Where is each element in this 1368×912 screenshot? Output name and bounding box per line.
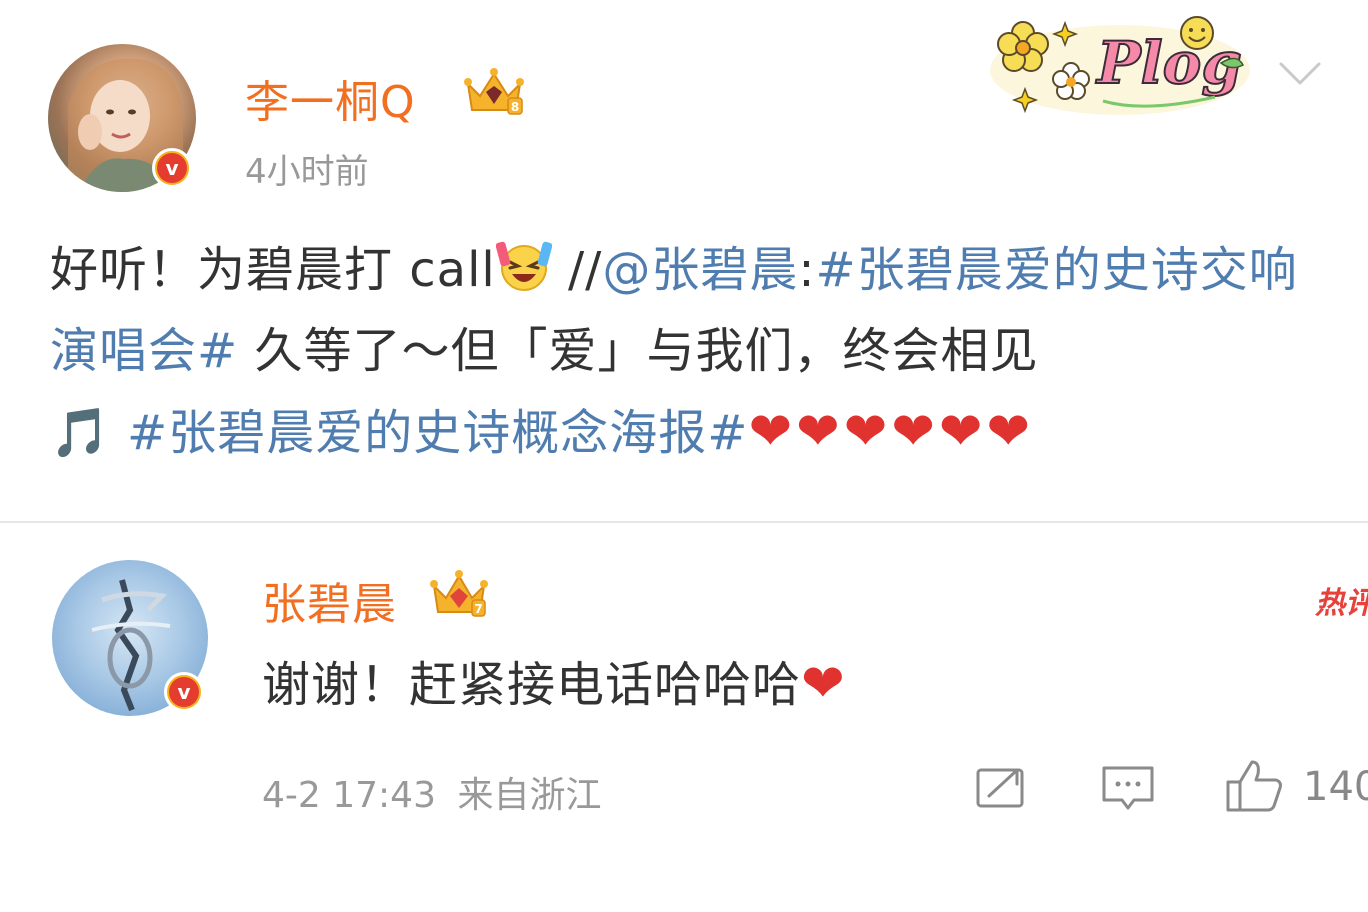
hashtag-poster-link[interactable]: #张碧晨爱的史诗概念海报#	[127, 405, 748, 461]
comment-source: 来自浙江	[457, 775, 602, 816]
music-note-icon: 🎵	[50, 405, 111, 461]
laugh-emoji-icon	[495, 241, 552, 291]
comment-text: 谢谢！赶紧接电话哈哈哈❤	[262, 645, 849, 715]
heart-emojis: ❤❤❤❤❤❤	[748, 402, 1034, 462]
comment-date: 4-2 17:43	[262, 775, 436, 816]
mention-colon: :	[798, 242, 816, 298]
post-body: 好听！为碧晨打 call //@张碧晨:#张碧晨爱的史诗交响演唱会# 久等了～但…	[50, 230, 1340, 474]
commenter-avatar[interactable]: v	[52, 560, 208, 716]
commenter-name[interactable]: 张碧晨	[262, 568, 397, 632]
like-count: 140	[1303, 764, 1368, 810]
post-time: 4小时前	[245, 152, 369, 192]
repost-icon[interactable]	[975, 764, 1029, 810]
author-name[interactable]: 李一桐Q	[245, 66, 416, 130]
repost-separator: //	[551, 242, 603, 298]
comment-icon[interactable]	[1100, 764, 1156, 814]
comment-body: 谢谢！赶紧接电话哈哈哈	[262, 657, 802, 713]
post-text-quote: 久等了～但「爱」与我们，终会相见	[238, 323, 1039, 379]
crown-icon: 7	[430, 570, 488, 617]
svg-text:7: 7	[474, 602, 482, 616]
mention-link[interactable]: @张碧晨	[602, 242, 798, 298]
post-header: v 李一桐Q 8 4小时前 Plog	[0, 0, 1368, 200]
hot-comment-badge: 热评	[1315, 586, 1368, 621]
author-avatar[interactable]: v	[48, 44, 196, 192]
verified-badge-icon: v	[152, 148, 192, 188]
verified-badge-icon: v	[164, 672, 204, 712]
like-icon[interactable]	[1224, 758, 1284, 814]
divider	[0, 521, 1368, 523]
crown-icon: 8	[464, 68, 524, 115]
plog-sticker-icon: Plog	[990, 16, 1250, 115]
chevron-down-icon[interactable]	[1278, 60, 1322, 88]
svg-text:8: 8	[511, 100, 519, 114]
comment-meta: 4-2 17:43 来自浙江	[262, 766, 601, 818]
heart-emoji: ❤	[801, 654, 849, 714]
post-text-plain: 好听！为碧晨打 call	[50, 242, 496, 298]
